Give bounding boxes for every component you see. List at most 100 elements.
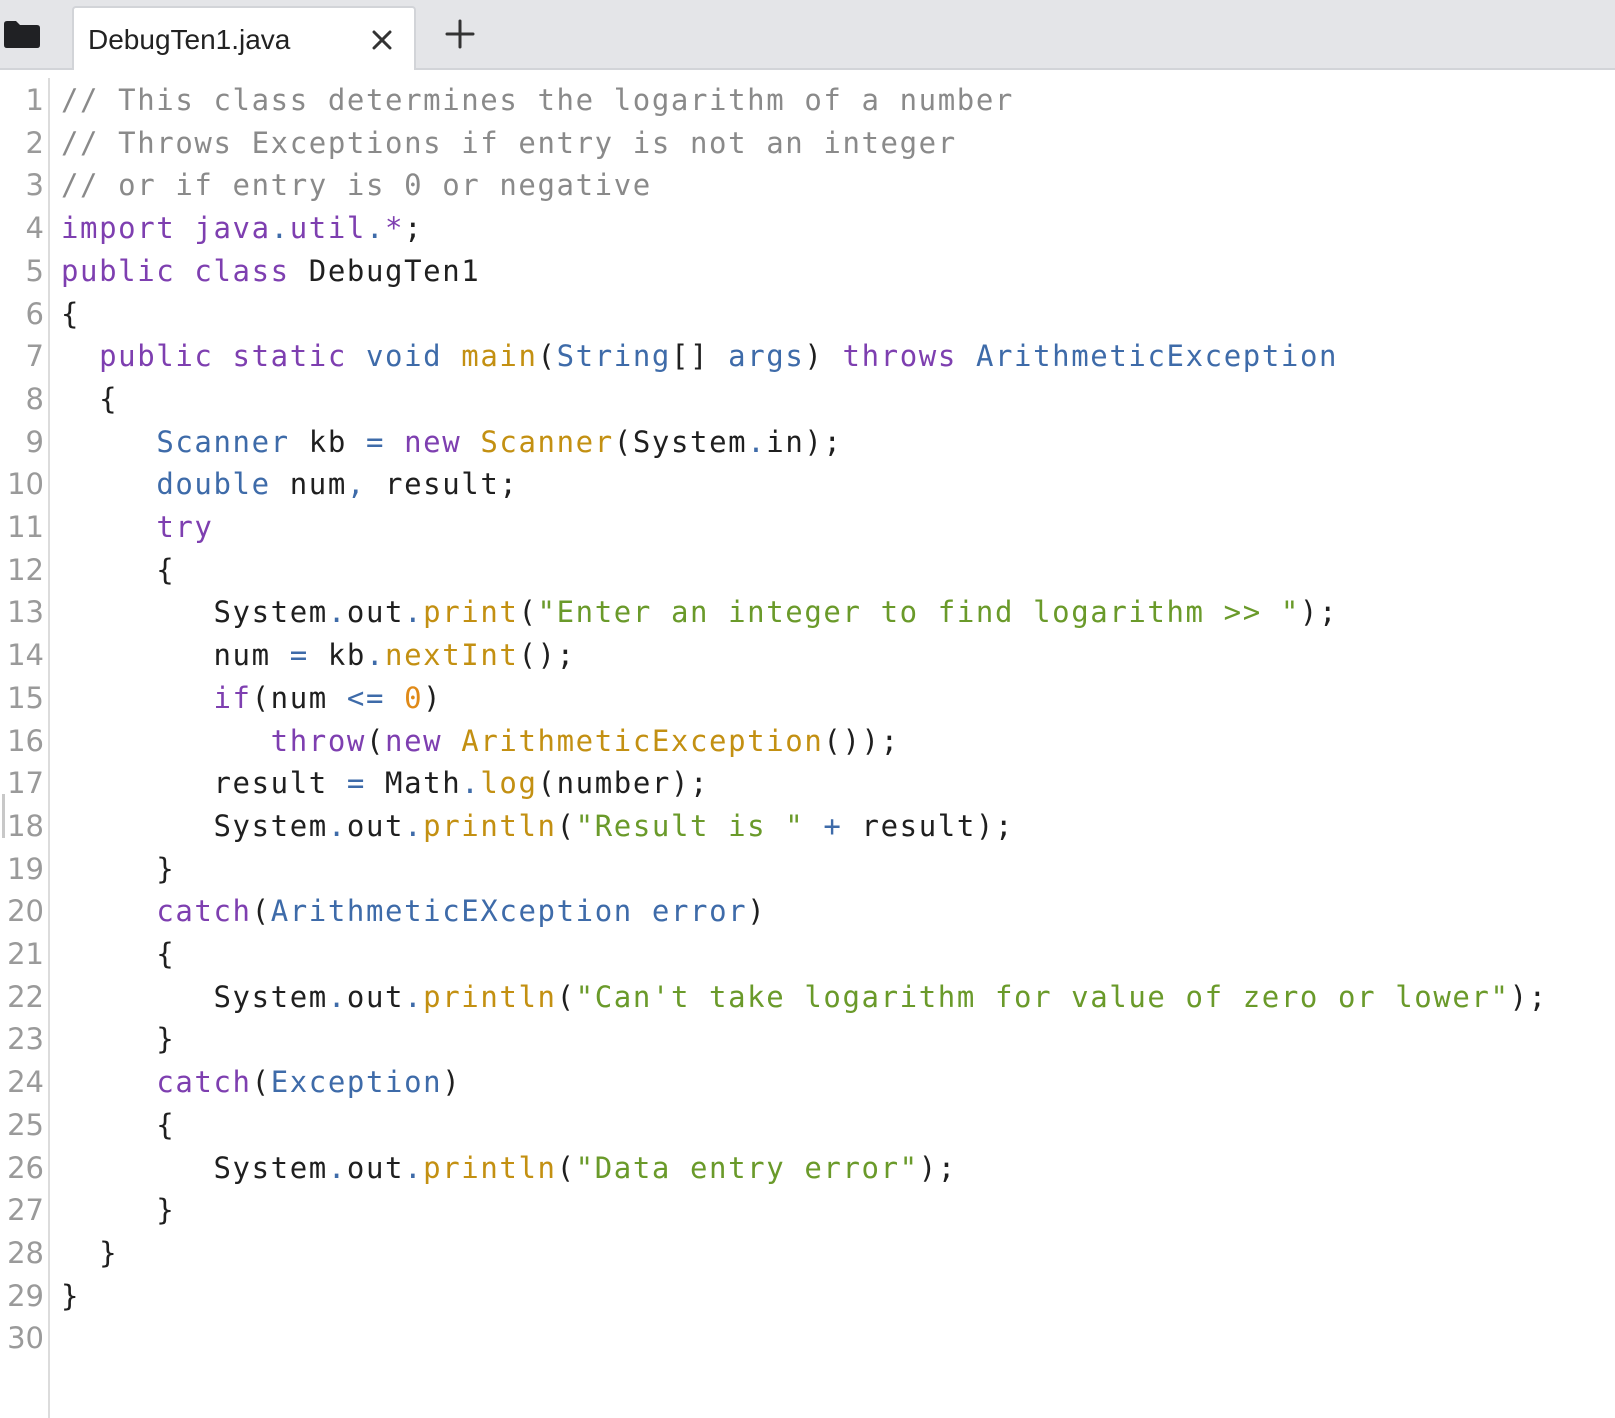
code-token-comment: // or if entry is 0 or negative xyxy=(61,168,652,203)
line-number: 1 xyxy=(25,83,44,117)
code-token-type: Exception xyxy=(270,1065,443,1100)
code-token-keyword: import xyxy=(61,211,176,246)
code-token-punct: . xyxy=(404,808,424,843)
code-line[interactable]: catch(Exception) xyxy=(61,1060,461,1104)
line-number: 7 xyxy=(25,339,44,374)
code-token-plain: { xyxy=(61,296,81,331)
code-token-plain: } xyxy=(61,1235,119,1270)
code-token-type: args xyxy=(728,339,805,374)
code-line[interactable]: } xyxy=(61,1274,80,1318)
code-token-plain: out xyxy=(346,979,405,1014)
code-line[interactable]: // Throws Exceptions if entry is not an … xyxy=(61,121,957,165)
code-line[interactable]: System.out.println("Can't take logarithm… xyxy=(61,975,1548,1019)
close-icon[interactable] xyxy=(370,28,394,52)
code-token-plain: Math xyxy=(365,766,462,801)
line-number: 22 xyxy=(7,979,44,1014)
code-line[interactable]: { xyxy=(61,377,118,421)
code-token-comment: // Throws Exceptions if entry is not an … xyxy=(61,125,957,160)
code-token-plain: (System xyxy=(613,424,748,459)
tab-title: DebugTen1.java xyxy=(88,24,291,55)
code-token-keyword: throws xyxy=(842,339,957,374)
code-line[interactable]: try xyxy=(61,505,214,549)
code-editor[interactable]: 1 2 3 4 5 6 7 8 9 10 11 12 13 14 15 16 17 18 19 20 21 22 23 24 2… xyxy=(0,78,1615,1418)
line-number: 27 xyxy=(7,1193,44,1228)
code-token-keyword: public xyxy=(99,339,214,374)
code-token-plain: num xyxy=(61,638,290,673)
code-token-plain: } xyxy=(61,1278,81,1313)
code-token-plain: ( xyxy=(251,894,271,929)
code-token-type: String xyxy=(556,339,671,374)
line-number: 29 xyxy=(7,1278,44,1313)
line-number: 14 xyxy=(7,638,44,673)
code-token-plain: ( xyxy=(556,979,576,1014)
code-line[interactable]: { xyxy=(61,548,175,592)
code-token-punct: + xyxy=(823,808,843,843)
code-token-plain: System xyxy=(61,1150,328,1185)
code-line[interactable]: import java.util.*; xyxy=(61,206,423,250)
code-token-plain: { xyxy=(61,552,176,587)
code-line[interactable]: System.out.println("Result is " + result… xyxy=(61,804,1014,848)
code-token-punct: . xyxy=(327,595,347,630)
line-number: 25 xyxy=(7,1107,44,1142)
code-line[interactable]: num = kb.nextInt(); xyxy=(61,633,576,677)
code-token-string: "Result is " xyxy=(575,808,805,843)
code-token-number: 0 xyxy=(404,680,424,715)
code-token-plain: System xyxy=(61,979,328,1014)
line-number: 10 xyxy=(7,467,44,502)
code-token-punct: . xyxy=(270,211,290,246)
code-line[interactable]: } xyxy=(61,1188,175,1232)
code-line[interactable]: if(num <= 0) xyxy=(61,676,442,720)
code-token-keyword: static xyxy=(232,339,347,374)
code-token-plain: ( xyxy=(556,808,576,843)
plus-icon[interactable] xyxy=(440,14,480,54)
code-token-plain: { xyxy=(61,381,119,416)
code-token-plain: (num xyxy=(251,680,347,715)
code-token-plain: ( xyxy=(518,595,538,630)
line-number: 12 xyxy=(7,552,44,587)
code-token-plain: { xyxy=(61,1107,176,1142)
code-token-plain: } xyxy=(61,1022,176,1057)
code-line[interactable]: System.out.print("Enter an integer to fi… xyxy=(61,590,1338,634)
code-line[interactable]: public class DebugTen1 xyxy=(61,249,480,293)
code-token-plain: ( xyxy=(556,1150,576,1185)
code-line[interactable]: { xyxy=(61,1103,175,1147)
code-line[interactable]: } xyxy=(61,847,175,891)
code-line[interactable]: System.out.println("Data entry error"); xyxy=(61,1146,957,1190)
code-token-type: void xyxy=(365,339,443,374)
folder-icon[interactable] xyxy=(0,14,44,54)
code-token-punct: . xyxy=(404,979,424,1014)
code-area[interactable]: // This class determines the logarithm o… xyxy=(61,78,1615,1418)
code-token-type: ArithmeticException xyxy=(975,339,1339,374)
code-line[interactable]: // This class determines the logarithm o… xyxy=(61,78,1014,122)
code-token-keyword: try xyxy=(156,510,214,544)
code-line[interactable]: } xyxy=(61,1017,175,1061)
code-line[interactable]: result = Math.log(number); xyxy=(61,761,709,805)
code-token-plain: ( xyxy=(251,1065,271,1100)
code-token-plain: out xyxy=(346,1150,405,1185)
code-token-plain: (number); xyxy=(537,766,710,801)
code-token-method: Scanner xyxy=(480,424,614,459)
tab-debugten1[interactable]: DebugTen1.java xyxy=(72,6,416,70)
code-token-punct: . xyxy=(404,595,424,630)
code-token-method: println xyxy=(423,979,557,1014)
code-line[interactable]: throw(new ArithmeticException()); xyxy=(61,719,900,763)
code-line[interactable]: // or if entry is 0 or negative xyxy=(61,163,652,207)
code-line[interactable]: } xyxy=(61,1231,118,1275)
code-token-plain: kb xyxy=(289,424,366,459)
line-number: 11 xyxy=(7,510,44,544)
code-line[interactable]: Scanner kb = new Scanner(System.in); xyxy=(61,420,843,464)
code-line[interactable]: public static void main(String[] args) t… xyxy=(61,334,1338,378)
code-line[interactable]: { xyxy=(61,292,80,336)
code-line[interactable]: { xyxy=(61,932,175,976)
code-token-plain: { xyxy=(61,937,176,971)
code-line[interactable]: double num, result; xyxy=(61,462,518,506)
code-line[interactable]: catch(ArithmeticEXception error) xyxy=(61,889,766,933)
